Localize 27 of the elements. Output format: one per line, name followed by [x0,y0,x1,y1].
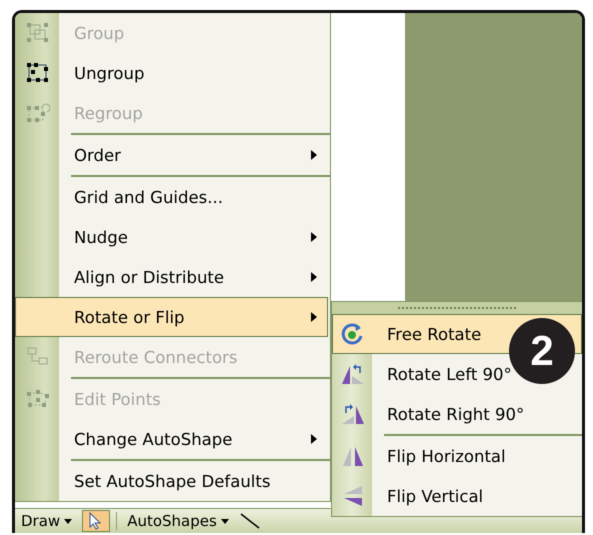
submenu-item[interactable]: Rotate Right 90° [332,394,582,434]
pointer-icon [89,512,104,530]
submenu-item[interactable]: Flip Horizontal [332,436,582,476]
select-pointer-button[interactable] [82,510,110,532]
menu-item[interactable]: Rotate or Flip [15,297,328,337]
submenu-item[interactable]: Flip Vertical [332,476,582,516]
regroup-icon [26,102,50,124]
caret-icon [220,518,229,524]
menu-item[interactable]: Set AutoShape Defaults [15,461,328,501]
drag-grip[interactable] [332,302,582,314]
autoshapes-menu-button[interactable]: AutoShapes [123,512,233,530]
menu-item[interactable]: Order [15,135,328,175]
menu-item[interactable]: Align or Distribute [15,257,328,297]
draw-menu-button[interactable]: Draw [17,512,76,530]
ungroup-icon [26,62,50,84]
rotate-left-icon [340,362,366,386]
menu-item[interactable]: Change AutoShape [15,419,328,459]
group-icon [26,22,50,44]
rotate-right-icon [340,402,366,426]
menu-item[interactable]: Ungroup [15,53,328,93]
line-tool-icon[interactable] [238,512,261,530]
caret-icon [64,518,72,524]
menu-item[interactable]: Nudge [15,217,328,257]
edit-points-icon [26,388,50,410]
grip-dots-icon [398,306,518,310]
menu-item[interactable]: Grid and Guides... [15,177,328,217]
rotate-icon [341,322,365,346]
